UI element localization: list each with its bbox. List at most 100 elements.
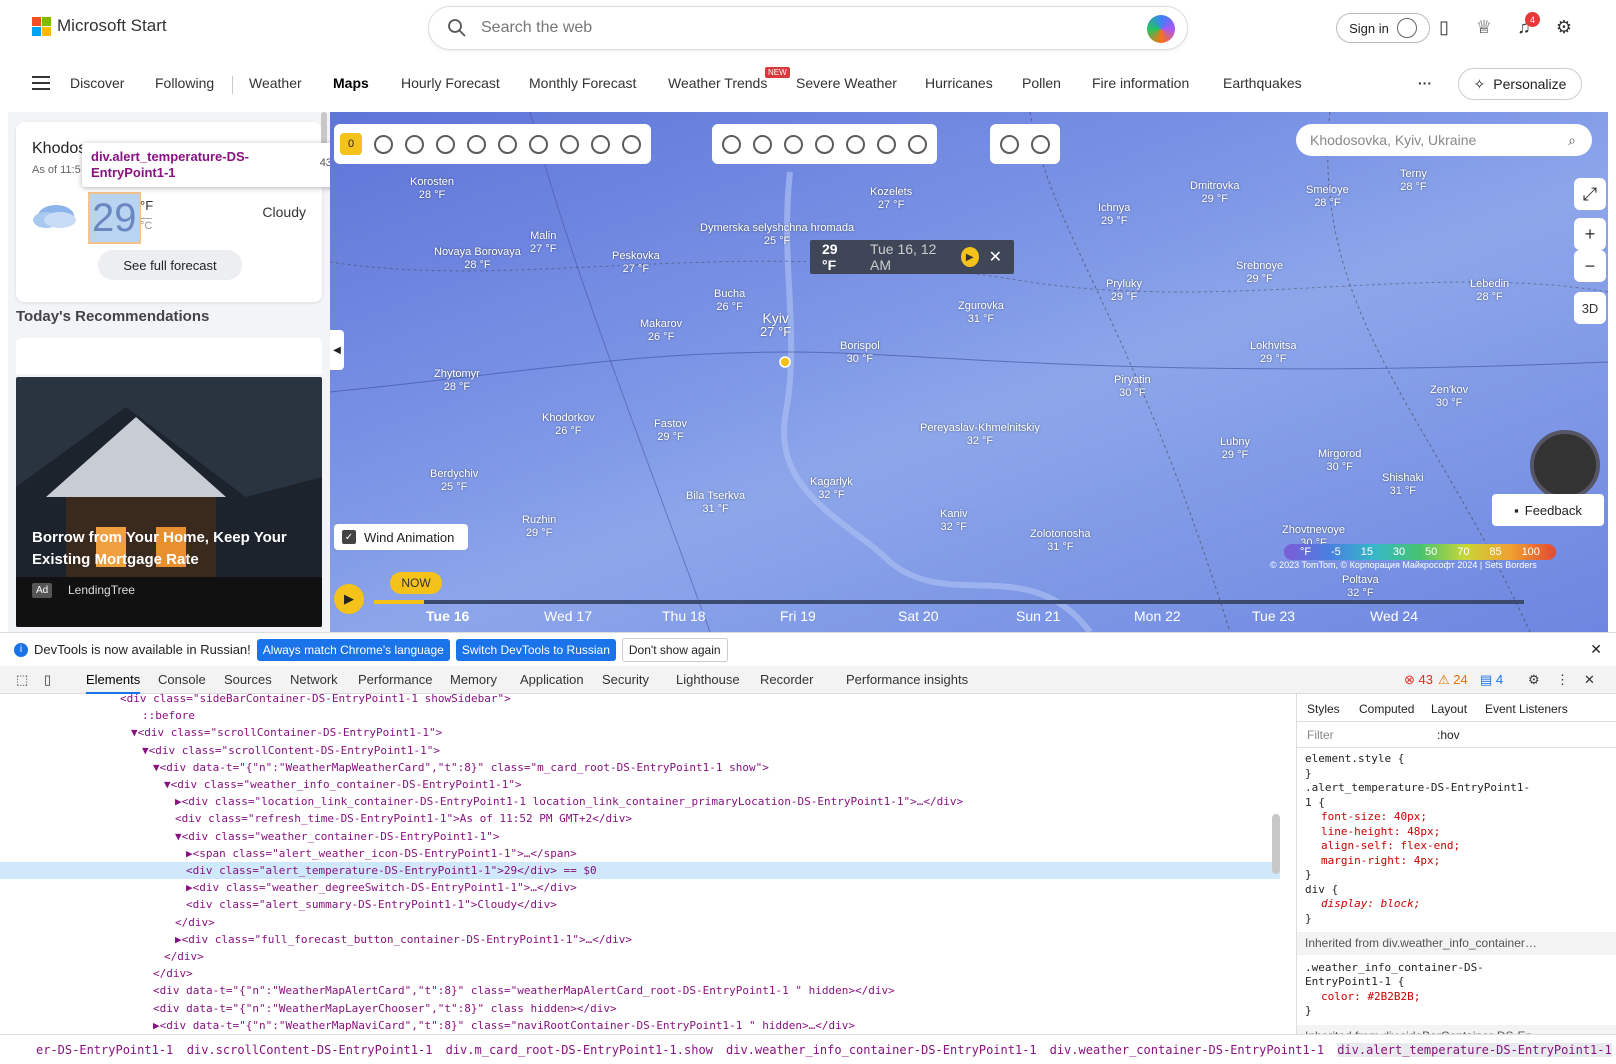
dont-show-again-button[interactable]: Don't show again bbox=[621, 637, 728, 662]
city-label[interactable]: Makarov 26 °F bbox=[640, 318, 682, 344]
devtools-more-icon[interactable]: ⋮ bbox=[1556, 672, 1569, 688]
timeline-day[interactable]: Fri 19 bbox=[780, 608, 816, 624]
city-label[interactable]: Borispol 30 °F bbox=[840, 340, 880, 366]
devtools-tab[interactable]: Security bbox=[602, 672, 649, 687]
nav-monthly-forecast[interactable]: Monthly Forecast bbox=[529, 75, 636, 91]
city-label[interactable]: Kagarlyk 32 °F bbox=[810, 476, 853, 502]
devtools-tab[interactable]: Network bbox=[290, 672, 338, 687]
style-rule-line[interactable]: line-height: 48px; bbox=[1305, 825, 1608, 840]
devtools-tab[interactable]: Performance insights bbox=[846, 672, 968, 687]
visibility-icon[interactable] bbox=[529, 134, 548, 154]
layer-count-badge[interactable]: 0 bbox=[340, 133, 362, 155]
nav-discover[interactable]: Discover bbox=[70, 75, 124, 91]
city-label[interactable]: Kozelets 27 °F bbox=[870, 186, 912, 212]
dom-node-line[interactable]: <div class="sideBarContainer-DS-EntryPoi… bbox=[120, 694, 511, 707]
nav-severe-weather[interactable]: Severe Weather bbox=[796, 75, 897, 91]
nav-maps[interactable]: Maps bbox=[333, 75, 369, 91]
dom-node-line[interactable]: </div> bbox=[175, 914, 215, 931]
city-label[interactable]: Peskovka 27 °F bbox=[612, 250, 660, 276]
pressure-icon[interactable] bbox=[560, 134, 579, 154]
popup-play-icon[interactable]: ▶ bbox=[960, 247, 979, 267]
nav-fire-information[interactable]: Fire information bbox=[1092, 75, 1189, 91]
city-label[interactable]: Dmitrovka 29 °F bbox=[1190, 180, 1240, 206]
city-label[interactable]: Bucha 26 °F bbox=[714, 288, 745, 314]
inspect-element-icon[interactable]: ⬚ bbox=[16, 672, 28, 688]
dom-node-line[interactable]: ▼<div class="scrollContent-DS-EntryPoint… bbox=[142, 742, 440, 759]
style-rule-line[interactable]: } bbox=[1305, 767, 1608, 782]
cloud-layer-icon[interactable] bbox=[467, 134, 486, 154]
switch-to-russian-button[interactable]: Switch DevTools to Russian bbox=[455, 638, 616, 661]
sign-in-button[interactable]: Sign in bbox=[1336, 13, 1430, 43]
style-rule-line[interactable]: } bbox=[1305, 868, 1608, 883]
style-rule-line[interactable]: 1 { bbox=[1305, 796, 1608, 811]
checkbox-checked-icon[interactable]: ✓ bbox=[342, 530, 356, 544]
timeline-day[interactable]: Wed 24 bbox=[1370, 608, 1418, 624]
city-label[interactable]: Bila Tserkva 31 °F bbox=[686, 490, 745, 516]
timeline-day[interactable]: Tue 23 bbox=[1252, 608, 1295, 624]
breadcrumb-item[interactable]: div.alert_temperature-DS-EntryPoint1-1 bbox=[1337, 1043, 1612, 1057]
ad-card[interactable]: Borrow from Your Home, Keep Your Existin… bbox=[16, 377, 322, 627]
city-label[interactable]: Ichnya 29 °F bbox=[1098, 202, 1130, 228]
nav-earthquakes[interactable]: Earthquakes bbox=[1223, 75, 1302, 91]
city-label[interactable]: Shishaki 31 °F bbox=[1382, 472, 1424, 498]
nav-weather-trends[interactable]: Weather Trends bbox=[668, 75, 767, 91]
dom-node-line[interactable]: ▼<div class="weather_container-DS-EntryP… bbox=[175, 828, 500, 845]
dom-node-line[interactable]: </div> bbox=[153, 965, 193, 982]
city-label[interactable]: Lebedin 28 °F bbox=[1470, 278, 1509, 304]
style-rule-line[interactable]: display: block; bbox=[1305, 897, 1608, 912]
heat-icon[interactable] bbox=[846, 134, 865, 154]
style-rule-line[interactable]: .weather_info_container-DS- bbox=[1305, 961, 1608, 976]
zoom-in-button[interactable]: + bbox=[1574, 218, 1606, 250]
city-label[interactable]: Khodorkov 26 °F bbox=[542, 412, 595, 438]
dom-node-line[interactable]: <div class="refresh_time-DS-EntryPoint1-… bbox=[175, 810, 632, 827]
breadcrumb-item[interactable]: div.weather_info_container-DS-EntryPoint… bbox=[726, 1043, 1037, 1057]
feedback-button[interactable]: ▪ Feedback bbox=[1492, 494, 1604, 526]
city-label[interactable]: Novaya Borovaya 28 °F bbox=[434, 246, 521, 272]
city-label[interactable]: Srebnoye 29 °F bbox=[1236, 260, 1283, 286]
warning-count[interactable]: ⚠ 24 bbox=[1438, 672, 1468, 688]
city-label[interactable]: Pryluky 29 °F bbox=[1106, 278, 1142, 304]
city-label[interactable]: Lubny 29 °F bbox=[1220, 436, 1250, 462]
devtools-tab[interactable]: Sources bbox=[224, 672, 272, 687]
zoom-out-button[interactable]: − bbox=[1574, 250, 1606, 282]
styles-tab[interactable]: Styles bbox=[1307, 702, 1340, 716]
city-label[interactable]: Piryatin 30 °F bbox=[1114, 374, 1151, 400]
nav-following[interactable]: Following bbox=[155, 75, 214, 91]
dom-tree-scrollbar[interactable] bbox=[1272, 814, 1280, 874]
map-location-search[interactable]: Khodosovka, Kyiv, Ukraine ⌕ bbox=[1296, 124, 1592, 156]
see-full-forecast-button[interactable]: See full forecast bbox=[98, 250, 242, 280]
mobile-icon[interactable]: ▯ bbox=[1432, 15, 1456, 39]
dom-node-line[interactable]: ::before bbox=[142, 707, 195, 724]
fahrenheit-toggle[interactable]: °F bbox=[140, 198, 153, 213]
city-label[interactable]: Berdychiv 25 °F bbox=[430, 468, 478, 494]
devtools-tab[interactable]: Performance bbox=[358, 672, 432, 687]
dom-node-line[interactable]: <div class="alert_summary-DS-EntryPoint1… bbox=[186, 896, 557, 913]
style-rule-line[interactable]: color: #2B2B2B; bbox=[1305, 990, 1608, 1005]
style-rule-line[interactable]: .alert_temperature-DS-EntryPoint1- bbox=[1305, 781, 1608, 796]
styles-filter-input[interactable]: Filter bbox=[1307, 728, 1334, 742]
breadcrumb-item[interactable]: div.scrollContent-DS-EntryPoint1-1 bbox=[187, 1043, 433, 1057]
city-label[interactable]: Mirgorod 30 °F bbox=[1318, 448, 1361, 474]
nav-hourly-forecast[interactable]: Hourly Forecast bbox=[401, 75, 500, 91]
timeline-day[interactable]: Sat 20 bbox=[898, 608, 938, 624]
city-label[interactable]: Lokhvitsa 29 °F bbox=[1250, 340, 1296, 366]
map-search-icon[interactable]: ⌕ bbox=[1568, 132, 1576, 149]
ad-source[interactable]: LendingTree bbox=[68, 583, 135, 597]
snow-icon[interactable] bbox=[784, 134, 803, 154]
nav-hurricanes[interactable]: Hurricanes bbox=[925, 75, 993, 91]
error-count[interactable]: ⊗ 43 bbox=[1404, 672, 1433, 688]
devtools-tab[interactable]: Lighthouse bbox=[676, 672, 740, 687]
timeline-day[interactable]: Mon 22 bbox=[1134, 608, 1181, 624]
dom-node-line[interactable]: ▼<div class="weather_info_container-DS-E… bbox=[164, 776, 522, 793]
event-listeners-tab[interactable]: Event Listeners bbox=[1485, 702, 1568, 716]
hov-toggle[interactable]: :hov bbox=[1437, 728, 1460, 742]
style-rule-line[interactable]: margin-right: 4px; bbox=[1305, 854, 1608, 869]
city-label[interactable]: Pereyaslav-Khmelnitskiy 32 °F bbox=[920, 422, 1040, 448]
devtools-close-icon[interactable]: ✕ bbox=[1584, 672, 1595, 688]
dom-node-line[interactable]: </div> bbox=[164, 948, 204, 965]
fire-icon[interactable] bbox=[753, 134, 772, 154]
fishing-icon[interactable] bbox=[1031, 134, 1050, 154]
devtools-tab[interactable]: Memory bbox=[450, 672, 497, 687]
city-label[interactable]: Zgurovka 31 °F bbox=[958, 300, 1004, 326]
devtools-tab[interactable]: Elements bbox=[86, 672, 141, 694]
